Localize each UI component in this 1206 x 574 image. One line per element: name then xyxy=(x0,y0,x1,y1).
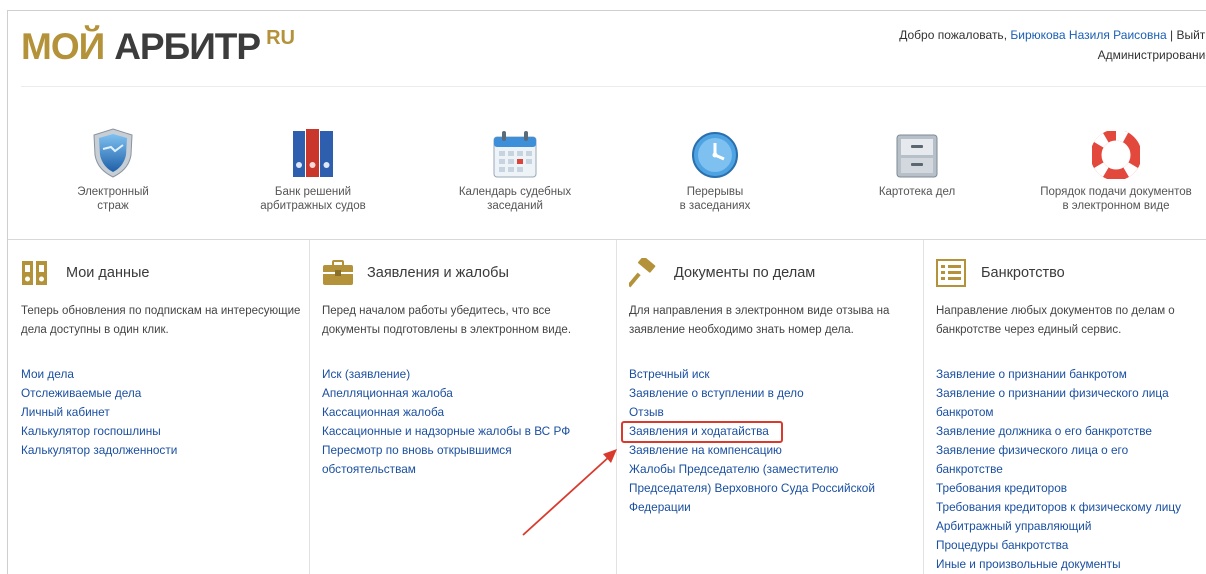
column-header[interactable]: Заявления и жалобы xyxy=(322,258,509,288)
link-creditor-claims[interactable]: Требования кредиторов xyxy=(936,479,1196,498)
column-header[interactable]: Банкротство xyxy=(936,258,1065,288)
column-claims: Заявления и жалобы Перед началом работы … xyxy=(309,240,616,574)
link-join-case[interactable]: Заявление о вступлении в дело xyxy=(629,384,894,403)
folders-icon xyxy=(21,258,55,288)
link-creditor-claims-individual[interactable]: Требования кредиторов к физическому лицу xyxy=(936,498,1196,517)
logo-part-1: МОЙ xyxy=(21,26,105,67)
logout-link[interactable]: Выйти xyxy=(1176,28,1206,42)
quick-link-breaks[interactable]: Перерывы в заседаниях xyxy=(630,119,800,213)
link-personal-cabinet[interactable]: Личный кабинет xyxy=(21,403,286,422)
site-logo[interactable]: МОЙ АРБИТР RU xyxy=(21,27,295,67)
link-fee-calculator[interactable]: Калькулятор госпошлины xyxy=(21,422,286,441)
column-links: Встречный иск Заявление о вступлении в д… xyxy=(621,365,894,517)
column-title: Банкротство xyxy=(981,265,1065,281)
link-individual-petition[interactable]: Заявление физического лица о его банкрот… xyxy=(936,441,1196,479)
column-description: Для направления в электронном виде отзыв… xyxy=(629,305,890,336)
lifebuoy-icon xyxy=(1031,119,1201,179)
quick-link-label-2: в электронном виде xyxy=(1062,200,1170,212)
link-supreme-court-complaints[interactable]: Кассационные и надзорные жалобы в ВС РФ xyxy=(322,422,587,441)
gavel-icon xyxy=(629,258,663,288)
column-description: Перед началом работы убедитесь, что все … xyxy=(322,305,572,336)
file-cabinet-icon xyxy=(832,119,1002,179)
list-icon xyxy=(936,258,970,288)
welcome-bar: Добро пожаловать, Бирюкова Назиля Раисов… xyxy=(899,28,1206,42)
header-divider xyxy=(21,86,1206,87)
column-bankruptcy: Банкротство Направление любых документов… xyxy=(923,240,1206,574)
link-my-cases[interactable]: Мои дела xyxy=(21,365,286,384)
quick-link-label-1: Электронный xyxy=(77,186,149,198)
link-other-documents[interactable]: Иные и произвольные документы xyxy=(936,555,1196,574)
quick-link-label-1: Порядок подачи документов xyxy=(1040,186,1192,198)
clock-icon xyxy=(630,119,800,179)
link-debtor-petition[interactable]: Заявление должника о его банкротстве xyxy=(936,422,1196,441)
admin-link[interactable]: Администрирование xyxy=(1098,48,1206,62)
link-cassation[interactable]: Кассационная жалоба xyxy=(322,403,587,422)
shield-icon xyxy=(28,119,198,179)
column-links: Мои дела Отслеживаемые дела Личный кабин… xyxy=(21,365,286,460)
link-counterclaim[interactable]: Встречный иск xyxy=(629,365,894,384)
welcome-text: Добро пожаловать, xyxy=(899,28,1008,42)
quick-link-decisions-bank[interactable]: Банк решений арбитражных судов xyxy=(228,119,398,213)
link-bankruptcy-petition[interactable]: Заявление о признании банкротом xyxy=(936,365,1196,384)
link-review-new-circumstances[interactable]: Пересмотр по вновь открывшимся обстоятел… xyxy=(322,441,512,479)
column-description: Теперь обновления по подпискам на интере… xyxy=(21,305,301,336)
quick-link-case-file[interactable]: Картотека дел xyxy=(832,119,1002,199)
quick-link-label-1: Банк решений xyxy=(274,186,352,198)
logo-suffix: RU xyxy=(266,27,295,49)
column-title: Мои данные xyxy=(66,265,150,281)
column-header[interactable]: Документы по делам xyxy=(629,258,815,288)
calendar-icon xyxy=(430,119,600,179)
link-tracked-cases[interactable]: Отслеживаемые дела xyxy=(21,384,286,403)
highlighted-link-wrapper: Заявления и ходатайства xyxy=(621,421,783,443)
link-appeal[interactable]: Апелляционная жалоба xyxy=(322,384,587,403)
link-compensation[interactable]: Заявление на компенсацию xyxy=(629,441,894,460)
column-my-data: Мои данные Теперь обновления по подписка… xyxy=(8,240,309,574)
link-individual-bankruptcy[interactable]: Заявление о признании физического лица б… xyxy=(936,384,1171,422)
quick-link-label-2: в заседаниях xyxy=(679,200,751,212)
quick-link-label-2: страж xyxy=(97,200,129,212)
quick-link-electronic-guard[interactable]: Электронный страж xyxy=(28,119,198,213)
column-case-documents: Документы по делам Для направления в эле… xyxy=(616,240,923,574)
binders-icon xyxy=(228,119,398,179)
column-title: Заявления и жалобы xyxy=(367,265,509,281)
column-header[interactable]: Мои данные xyxy=(21,258,149,288)
link-debt-calculator[interactable]: Калькулятор задолженности xyxy=(21,441,286,460)
column-description: Направление любых документов по делам о … xyxy=(936,305,1175,336)
column-links: Заявление о признании банкротом Заявлени… xyxy=(936,365,1196,574)
quick-link-label-2: арбитражных судов xyxy=(260,200,366,212)
quick-link-label-2: заседаний xyxy=(487,200,543,212)
user-name-link[interactable]: Бирюкова Назиля Раисовна xyxy=(1010,28,1166,42)
logo-part-2: АРБИТР xyxy=(114,26,261,67)
quick-link-court-calendar[interactable]: Календарь судебных заседаний xyxy=(430,119,600,213)
column-links: Иск (заявление) Апелляционная жалоба Кас… xyxy=(322,365,587,479)
link-bankruptcy-procedures[interactable]: Процедуры банкротства xyxy=(936,536,1196,555)
quick-link-label-1: Перерывы xyxy=(686,186,744,198)
quick-link-label-1: Календарь судебных xyxy=(458,186,572,198)
column-title: Документы по делам xyxy=(674,265,816,281)
separator: | xyxy=(1170,28,1174,42)
link-chairman-complaints[interactable]: Жалобы Председателю (заместителю Председ… xyxy=(629,460,879,517)
link-response[interactable]: Отзыв xyxy=(629,403,894,422)
briefcase-icon xyxy=(322,258,356,288)
quick-link-label-1: Картотека дел xyxy=(878,186,956,198)
page-frame: МОЙ АРБИТР RU Добро пожаловать, Бирюкова… xyxy=(7,10,1206,574)
highlight-box xyxy=(621,421,783,443)
link-claim[interactable]: Иск (заявление) xyxy=(322,365,587,384)
link-arbitration-manager[interactable]: Арбитражный управляющий xyxy=(936,517,1196,536)
quick-link-submission-rules[interactable]: Порядок подачи документов в электронном в… xyxy=(1031,119,1201,213)
